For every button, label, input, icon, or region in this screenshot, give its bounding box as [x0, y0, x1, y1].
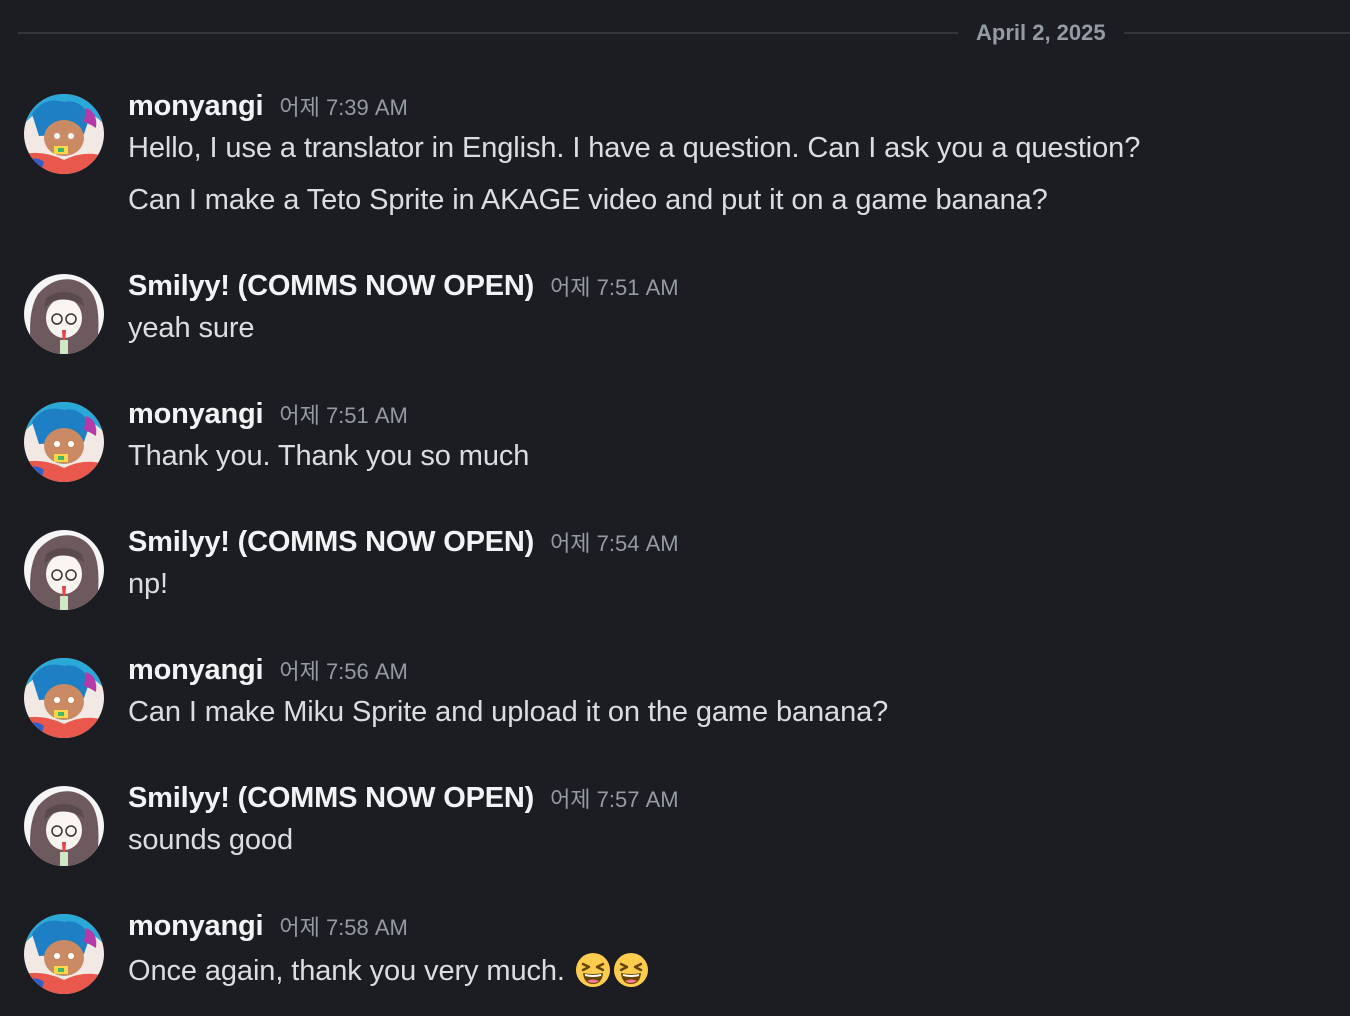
- message-group: Smilyy! (COMMS NOW OPEN) 어제 7:57 AM soun…: [0, 782, 1350, 876]
- date-divider-label: April 2, 2025: [976, 20, 1106, 45]
- message-group: monyangi 어제 7:58 AM Once again, thank yo…: [0, 910, 1350, 1004]
- chat-view: April 2, 2025 monyangi 어제 7:39 AM Hello,…: [0, 0, 1350, 1016]
- message-text: sounds good: [128, 824, 293, 856]
- laughing-emoji-icon[interactable]: [613, 952, 649, 988]
- message-timestamp: 어제 7:51 AM: [279, 403, 408, 428]
- avatar-monyangi[interactable]: [24, 914, 104, 994]
- message-timestamp: 어제 7:56 AM: [279, 659, 408, 684]
- message-group: Smilyy! (COMMS NOW OPEN) 어제 7:51 AM yeah…: [0, 270, 1350, 364]
- avatar-monyangi[interactable]: [24, 402, 104, 482]
- laughing-emoji-icon[interactable]: [575, 952, 611, 988]
- message-timestamp: 어제 7:57 AM: [550, 787, 679, 812]
- message-text: yeah sure: [128, 312, 255, 344]
- message-text: Can I make Miku Sprite and upload it on …: [128, 696, 889, 728]
- avatar-monyangi[interactable]: [24, 658, 104, 738]
- message-author[interactable]: Smilyy! (COMMS NOW OPEN): [128, 782, 534, 815]
- message-timestamp: 어제 7:51 AM: [550, 275, 679, 300]
- message-line: Once again, thank you very much.: [128, 952, 649, 988]
- avatar-smilyy[interactable]: [24, 274, 104, 354]
- avatar-monyangi[interactable]: [24, 94, 104, 174]
- message-group: Smilyy! (COMMS NOW OPEN) 어제 7:54 AM np!: [0, 526, 1350, 620]
- message-author[interactable]: Smilyy! (COMMS NOW OPEN): [128, 270, 534, 303]
- message-group: monyangi 어제 7:56 AM Can I make Miku Spri…: [0, 654, 1350, 748]
- avatar-smilyy[interactable]: [24, 786, 104, 866]
- message-timestamp: 어제 7:54 AM: [550, 531, 679, 556]
- message-text: Thank you. Thank you so much: [128, 440, 530, 472]
- message-group: monyangi 어제 7:39 AM Hello, I use a trans…: [0, 90, 1350, 234]
- divider-line-left: [18, 32, 958, 34]
- message-author[interactable]: monyangi: [128, 398, 264, 431]
- divider-line-right: [1123, 32, 1350, 34]
- message-timestamp: 어제 7:39 AM: [279, 95, 408, 120]
- message-text: np!: [128, 568, 169, 600]
- message-author[interactable]: monyangi: [128, 654, 264, 687]
- avatar-smilyy[interactable]: [24, 530, 104, 610]
- message-author[interactable]: monyangi: [128, 90, 264, 123]
- date-divider: April 2, 2025: [18, 18, 1350, 48]
- message-text: Hello, I use a translator in English. I …: [128, 132, 1141, 164]
- message-text: Can I make a Teto Sprite in AKAGE video …: [128, 184, 1048, 216]
- message-author[interactable]: Smilyy! (COMMS NOW OPEN): [128, 526, 534, 559]
- message-text: Once again, thank you very much.: [128, 955, 565, 987]
- message-timestamp: 어제 7:58 AM: [279, 915, 408, 940]
- message-author[interactable]: monyangi: [128, 910, 264, 943]
- message-group: monyangi 어제 7:51 AM Thank you. Thank you…: [0, 398, 1350, 492]
